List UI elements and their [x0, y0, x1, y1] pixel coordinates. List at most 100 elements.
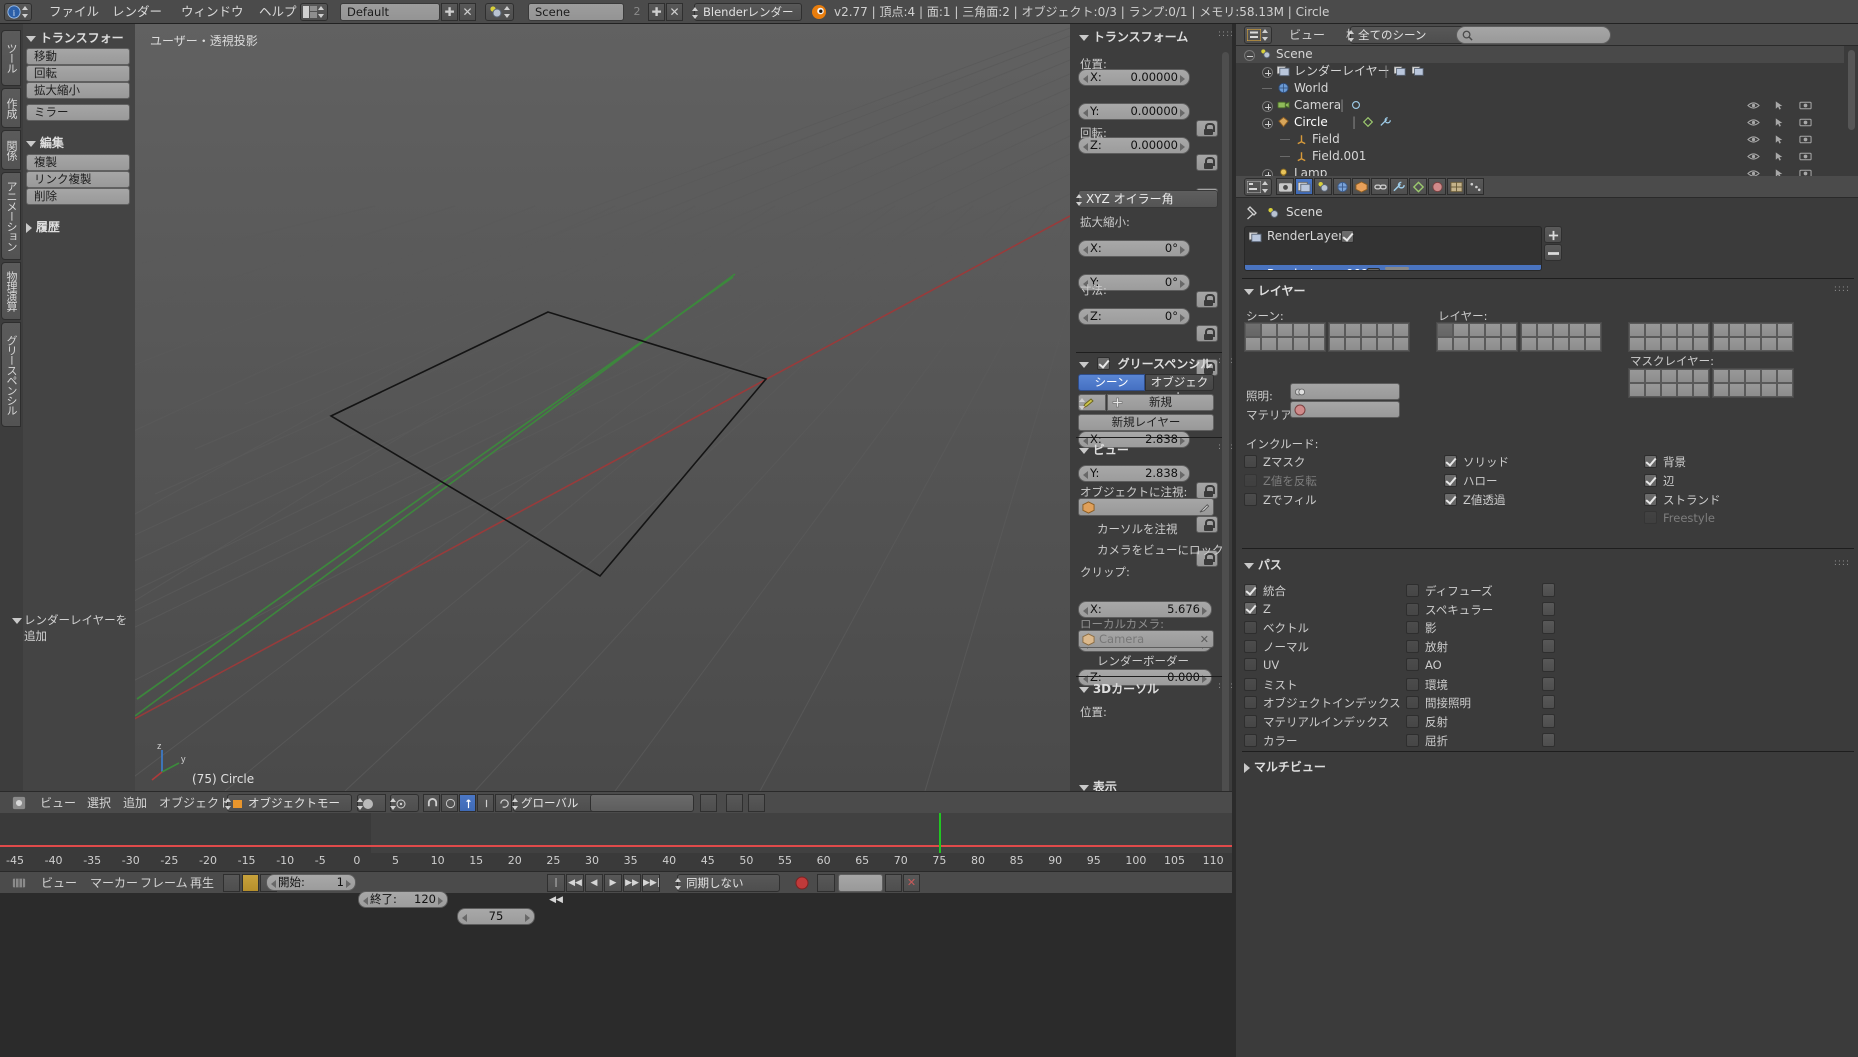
layer-cell[interactable]: [1645, 383, 1661, 397]
layer-cell[interactable]: [1661, 369, 1677, 383]
layer-cell[interactable]: [1713, 337, 1729, 351]
add-render-layer-button[interactable]: [1544, 226, 1562, 243]
layer-cell[interactable]: [1661, 383, 1677, 397]
layer-cell[interactable]: [1277, 337, 1293, 351]
layer-cell[interactable]: [1345, 337, 1361, 351]
layer-cell[interactable]: [1645, 323, 1661, 337]
frame-start-field[interactable]: 開始: 1: [266, 874, 356, 891]
pass-exclude-toggle[interactable]: [1542, 732, 1555, 747]
render-layer-grid-right[interactable]: [1520, 322, 1602, 352]
checkbox[interactable]: [1406, 733, 1419, 747]
include-option[interactable]: Z値を反転: [1244, 473, 1317, 489]
layer-cell[interactable]: [1437, 323, 1453, 337]
layer-cell[interactable]: [1293, 337, 1309, 351]
insert-keyframe-button[interactable]: [885, 874, 902, 892]
menu-render[interactable]: レンダー: [103, 0, 171, 24]
outliner-display-mode-selector[interactable]: 全てのシーン: [1348, 26, 1470, 44]
checkbox[interactable]: [1244, 584, 1257, 597]
layer-cell[interactable]: [1777, 369, 1793, 383]
layer-cell[interactable]: [1501, 337, 1517, 351]
timeline-menu-view[interactable]: ビュー: [41, 872, 77, 894]
timeline-menu-playback[interactable]: 再生: [190, 872, 214, 894]
pass-option-right[interactable]: ディフューズ: [1406, 583, 1493, 599]
viewport-shading-selector[interactable]: [357, 794, 386, 812]
checkbox[interactable]: [1644, 511, 1657, 524]
layer-grid-widget[interactable]: [590, 794, 694, 812]
pass-option-right[interactable]: 放射: [1406, 639, 1448, 655]
render-engine-selector[interactable]: Blenderレンダー: [692, 3, 802, 21]
layer-cell[interactable]: [1361, 323, 1377, 337]
toolshelf-tab-physics[interactable]: 物理演算: [1, 262, 21, 320]
render-layer-item-0[interactable]: RenderLayer: [1245, 227, 1541, 246]
pass-exclude-toggle[interactable]: [1542, 713, 1555, 728]
tab-data[interactable]: [1409, 178, 1427, 195]
viewport-menu-view[interactable]: ビュー: [40, 792, 76, 814]
frame-end-field[interactable]: 終了: 120: [358, 891, 448, 908]
screen-layout-name[interactable]: Default: [340, 3, 440, 21]
outliner-row[interactable]: Circle |: [1236, 114, 1844, 131]
layer-cell[interactable]: [1245, 323, 1261, 337]
tab-scene[interactable]: [1314, 178, 1332, 195]
checkbox[interactable]: [1444, 493, 1457, 506]
render-layer-enable-1[interactable]: [1366, 268, 1380, 270]
record-icon[interactable]: [795, 876, 809, 890]
expand-icon[interactable]: [1262, 169, 1273, 176]
tab-render-layers[interactable]: [1295, 178, 1313, 195]
layer-cell[interactable]: [1661, 337, 1677, 351]
scene-layer-grid-right[interactable]: [1328, 322, 1410, 352]
prev-keyframe-button[interactable]: ◀◀: [566, 874, 584, 892]
layer-cell[interactable]: [1677, 369, 1693, 383]
viewport-3d[interactable]: ユーザー・透視投影 (75) Circle z y: [135, 24, 1070, 791]
panel-header-history[interactable]: 履歴: [26, 218, 60, 235]
n-panel-scrollbar[interactable]: [1222, 52, 1229, 791]
layer-cell[interactable]: [1261, 323, 1277, 337]
scale-y-field[interactable]: Y: 2.838: [1078, 465, 1190, 482]
pass-option-right[interactable]: 反射: [1406, 714, 1448, 730]
scene-name-field[interactable]: Scene: [528, 3, 624, 21]
checkbox[interactable]: [1406, 602, 1419, 616]
layer-cell[interactable]: [1393, 323, 1409, 337]
pass-option-left[interactable]: ノーマル: [1244, 639, 1309, 655]
layer-cell[interactable]: [1693, 369, 1709, 383]
layer-cell[interactable]: [1361, 337, 1377, 351]
checkbox[interactable]: [1244, 696, 1257, 710]
render-layer-list[interactable]: RenderLayer RenderLayer.001: [1244, 226, 1542, 271]
layer-cell[interactable]: [1521, 323, 1537, 337]
checkbox[interactable]: [1244, 455, 1257, 468]
timeline-menu-marker[interactable]: マーカー: [90, 872, 138, 894]
layer-cell[interactable]: [1437, 337, 1453, 351]
pass-option-left[interactable]: 統合: [1244, 583, 1286, 599]
remove-render-layer-button[interactable]: [1544, 244, 1562, 261]
checkbox[interactable]: [1644, 455, 1657, 468]
viewport-menu-select[interactable]: 選択: [87, 792, 111, 814]
checkbox[interactable]: [1244, 657, 1257, 671]
menu-help[interactable]: ヘルプ: [250, 0, 306, 24]
outliner-row[interactable]: Field: [1236, 131, 1844, 148]
menu-window[interactable]: ウィンドウ: [172, 0, 253, 24]
layer-cell[interactable]: [1261, 337, 1277, 351]
tab-modifiers[interactable]: [1390, 178, 1408, 195]
panel-header-edit[interactable]: 編集: [26, 134, 64, 151]
panel-header-grease-pencil[interactable]: グリースペンシル: [1079, 355, 1212, 372]
include-option[interactable]: 背景: [1644, 454, 1686, 470]
light-override-field[interactable]: [1290, 383, 1400, 400]
pass-option-right[interactable]: AO: [1406, 657, 1442, 672]
location-y-field[interactable]: Y: 0.00000: [1078, 103, 1190, 120]
layer-cell[interactable]: [1469, 337, 1485, 351]
outliner-row[interactable]: レンダーレイヤー |: [1236, 63, 1844, 80]
keying-set-button[interactable]: [817, 874, 835, 892]
outliner-menu-view[interactable]: ビュー: [1289, 24, 1325, 46]
include-option[interactable]: 辺: [1644, 473, 1675, 489]
pass-option-right[interactable]: 間接照明: [1406, 695, 1471, 711]
checkbox[interactable]: [1406, 677, 1419, 691]
focus-object-field[interactable]: [1078, 498, 1214, 516]
layer-cell[interactable]: [1537, 323, 1553, 337]
current-frame-field[interactable]: 75: [457, 908, 535, 925]
toolshelf-tab-tools[interactable]: ツール: [1, 30, 21, 86]
checkbox[interactable]: [1444, 455, 1457, 468]
checkbox[interactable]: [1244, 621, 1257, 635]
layer-cell[interactable]: [1329, 337, 1345, 351]
panel-header-3d-cursor[interactable]: 3Dカーソル: [1079, 680, 1159, 697]
layer-cell[interactable]: [1329, 323, 1345, 337]
jump-end-button[interactable]: ▶▶|: [642, 874, 660, 892]
